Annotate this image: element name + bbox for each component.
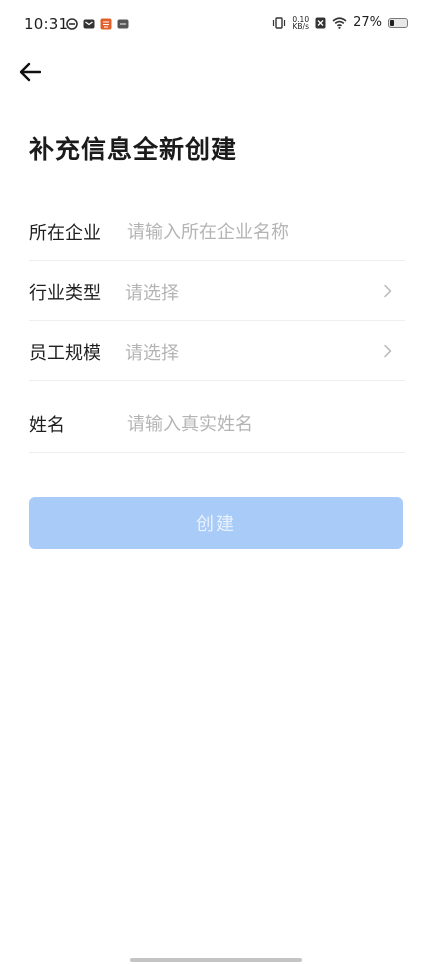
staff-size-select[interactable]: 员工规模 请选择 (29, 321, 405, 381)
vibrate-icon (273, 16, 286, 29)
name-input[interactable] (127, 411, 397, 437)
status-time: 10:31 (24, 15, 69, 33)
battery-percent: 27% (353, 15, 382, 30)
app-badge-icon (100, 18, 112, 30)
app-icon (117, 19, 129, 29)
sync-icon (66, 18, 78, 30)
company-input[interactable] (127, 219, 397, 245)
chevron-right-icon (384, 344, 392, 358)
net-speed-unit: KB/s (292, 21, 309, 31)
industry-select[interactable]: 行业类型 请选择 (29, 261, 405, 321)
home-indicator[interactable] (130, 958, 302, 962)
net-speed: 0.10 KB/s (292, 15, 309, 31)
industry-label: 行业类型 (29, 283, 101, 304)
industry-placeholder: 请选择 (125, 283, 179, 304)
company-label: 所在企业 (29, 223, 101, 244)
mail-icon (83, 19, 95, 29)
status-bar: 10:31 0.10 KB/s 27% (0, 0, 432, 50)
back-button[interactable] (14, 56, 46, 88)
chevron-right-icon (384, 284, 392, 298)
status-notification-icons (66, 18, 129, 30)
battery-level-fill (390, 19, 394, 26)
page-title: 补充信息全新创建 (29, 135, 238, 164)
create-button[interactable]: 创建 (29, 497, 403, 549)
name-label: 姓名 (29, 415, 65, 436)
staff-size-label: 员工规模 (29, 343, 101, 364)
status-right-group: 0.10 KB/s 27% (272, 15, 408, 30)
no-sim-icon (315, 17, 326, 28)
battery-icon (388, 17, 408, 28)
staff-size-placeholder: 请选择 (125, 343, 179, 364)
company-row: 所在企业 (29, 202, 405, 261)
arrow-left-icon (19, 62, 41, 82)
wifi-icon (332, 16, 347, 29)
name-row: 姓名 (29, 381, 405, 453)
